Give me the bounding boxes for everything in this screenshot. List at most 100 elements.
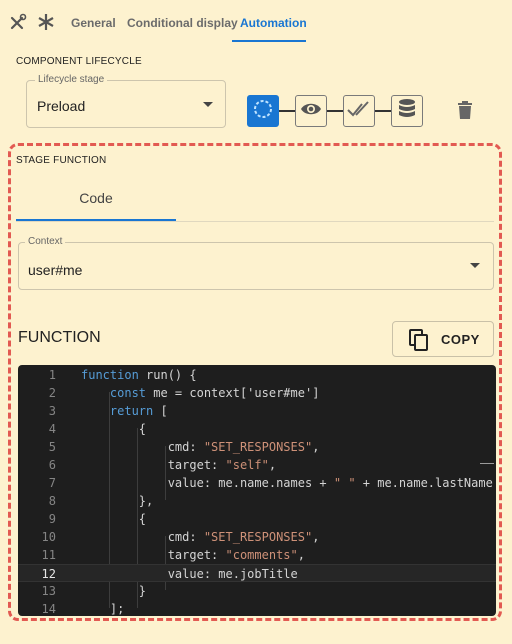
code-token: value: me.name.names + bbox=[81, 476, 334, 490]
code-token: target: bbox=[81, 458, 226, 472]
lifecycle-stage-select[interactable]: Lifecycle stage Preload bbox=[26, 74, 226, 128]
line-number: 14 bbox=[41, 602, 56, 616]
double-check-icon bbox=[346, 98, 372, 125]
copy-button[interactable]: COPY bbox=[392, 321, 494, 357]
stage-visible-button[interactable] bbox=[295, 95, 327, 127]
code-token: const bbox=[109, 386, 147, 400]
tabs-divider bbox=[16, 221, 494, 222]
stage-function-title: STAGE FUNCTION bbox=[16, 155, 107, 166]
code-line[interactable]: 2 const me = context['user#me'] bbox=[18, 384, 496, 402]
line-number: 8 bbox=[48, 494, 56, 508]
code-text: } bbox=[81, 582, 146, 600]
stage-connector bbox=[375, 110, 392, 112]
trash-icon[interactable] bbox=[456, 100, 474, 125]
tab-code[interactable]: Code bbox=[16, 178, 176, 222]
code-token: }, bbox=[81, 494, 154, 508]
line-number: 6 bbox=[48, 458, 56, 472]
code-token: { bbox=[81, 512, 147, 526]
code-token: function bbox=[81, 368, 139, 382]
code-text: cmd: "SET_RESPONSES", bbox=[81, 528, 320, 546]
code-token: [ bbox=[153, 404, 168, 418]
stage-preload-button[interactable] bbox=[247, 95, 279, 127]
code-token: , bbox=[268, 458, 277, 472]
code-token: value: me.jobTitle bbox=[81, 567, 298, 581]
code-line[interactable]: 4 { bbox=[18, 420, 496, 438]
line-number: 1 bbox=[48, 368, 56, 382]
context-value: user#me bbox=[28, 262, 83, 278]
code-token: "self" bbox=[225, 458, 269, 472]
code-text: return [ bbox=[81, 402, 168, 420]
code-line[interactable]: 14 ]; bbox=[18, 600, 496, 616]
code-editor[interactable]: 1 function run() {2 const me = context['u… bbox=[18, 365, 496, 616]
code-text: value: me.jobTitle bbox=[81, 565, 298, 583]
code-token: , bbox=[297, 548, 305, 562]
chevron-down-icon bbox=[470, 263, 480, 268]
asterisk-icon[interactable] bbox=[36, 12, 56, 32]
code-token: " " bbox=[333, 476, 356, 490]
component-lifecycle-title: COMPONENT LIFECYCLE bbox=[16, 56, 142, 67]
code-token: , bbox=[312, 440, 320, 454]
code-token: return bbox=[109, 404, 154, 418]
code-line[interactable]: 11 target: "comments", bbox=[18, 546, 496, 564]
code-token: , bbox=[312, 530, 320, 544]
code-text: }, bbox=[81, 492, 153, 510]
code-token: ]; bbox=[81, 602, 125, 616]
copy-icon bbox=[408, 328, 430, 357]
context-label: Context bbox=[25, 236, 66, 247]
code-line[interactable]: 6 target: "self", bbox=[18, 456, 496, 474]
line-number: 7 bbox=[48, 476, 56, 490]
code-text: value: me.name.names + " " + me.name.las… bbox=[81, 474, 493, 492]
tools-icon[interactable] bbox=[8, 12, 28, 32]
context-select[interactable]: Context user#me bbox=[18, 236, 494, 290]
code-line[interactable]: 1 function run() { bbox=[18, 366, 496, 384]
code-token: cmd: bbox=[81, 440, 204, 454]
line-number: 3 bbox=[48, 404, 56, 418]
code-token: { bbox=[81, 422, 147, 436]
code-text: { bbox=[81, 510, 146, 528]
code-text: target: "self", bbox=[81, 456, 276, 474]
code-token: run() { bbox=[138, 368, 197, 382]
chevron-down-icon bbox=[203, 102, 213, 107]
stage-submit-button[interactable] bbox=[391, 95, 423, 127]
line-number: 10 bbox=[41, 530, 56, 544]
code-text: const me = context['user#me'] bbox=[81, 384, 320, 402]
lifecycle-stage-label: Lifecycle stage bbox=[35, 74, 108, 85]
code-line[interactable]: 7 value: me.name.names + " " + me.name.l… bbox=[18, 474, 496, 492]
tab-general[interactable]: General bbox=[71, 16, 116, 30]
code-token: target: bbox=[81, 548, 226, 562]
code-line[interactable]: 8 }, bbox=[18, 492, 496, 510]
code-line[interactable]: 12 value: me.jobTitle bbox=[18, 564, 496, 582]
database-icon bbox=[397, 98, 417, 125]
code-line[interactable]: 13 } bbox=[18, 582, 496, 600]
circle-dashed-icon bbox=[252, 98, 274, 125]
code-token: "comments" bbox=[225, 548, 298, 562]
active-tab-indicator bbox=[232, 40, 306, 42]
line-number: 9 bbox=[48, 512, 56, 526]
code-line[interactable]: 10 cmd: "SET_RESPONSES", bbox=[18, 528, 496, 546]
tab-automation[interactable]: Automation bbox=[240, 16, 307, 30]
stage-validate-button[interactable] bbox=[343, 95, 375, 127]
code-text: function run() { bbox=[81, 366, 197, 384]
line-number: 5 bbox=[48, 440, 56, 454]
line-number: 11 bbox=[41, 548, 56, 562]
code-token: me = context['user#me'] bbox=[146, 386, 320, 400]
eye-icon bbox=[299, 97, 323, 126]
code-token: "SET_RESPONSES" bbox=[203, 440, 313, 454]
line-number: 4 bbox=[48, 422, 56, 436]
code-line[interactable]: 9 { bbox=[18, 510, 496, 528]
code-text: target: "comments", bbox=[81, 546, 305, 564]
line-number: 2 bbox=[48, 386, 56, 400]
code-line[interactable]: 3 return [ bbox=[18, 402, 496, 420]
code-line[interactable]: 5 cmd: "SET_RESPONSES", bbox=[18, 438, 496, 456]
code-token: + me.name.lastName bbox=[355, 476, 493, 490]
lifecycle-stage-value: Preload bbox=[37, 98, 86, 114]
tab-conditional-display[interactable]: Conditional display bbox=[127, 16, 238, 30]
top-bar: General Conditional display Automation bbox=[0, 0, 512, 44]
line-number: 13 bbox=[41, 584, 56, 598]
copy-label: COPY bbox=[441, 332, 480, 347]
code-text: { bbox=[81, 420, 146, 438]
code-token: "SET_RESPONSES" bbox=[203, 530, 313, 544]
code-token: } bbox=[81, 584, 147, 598]
